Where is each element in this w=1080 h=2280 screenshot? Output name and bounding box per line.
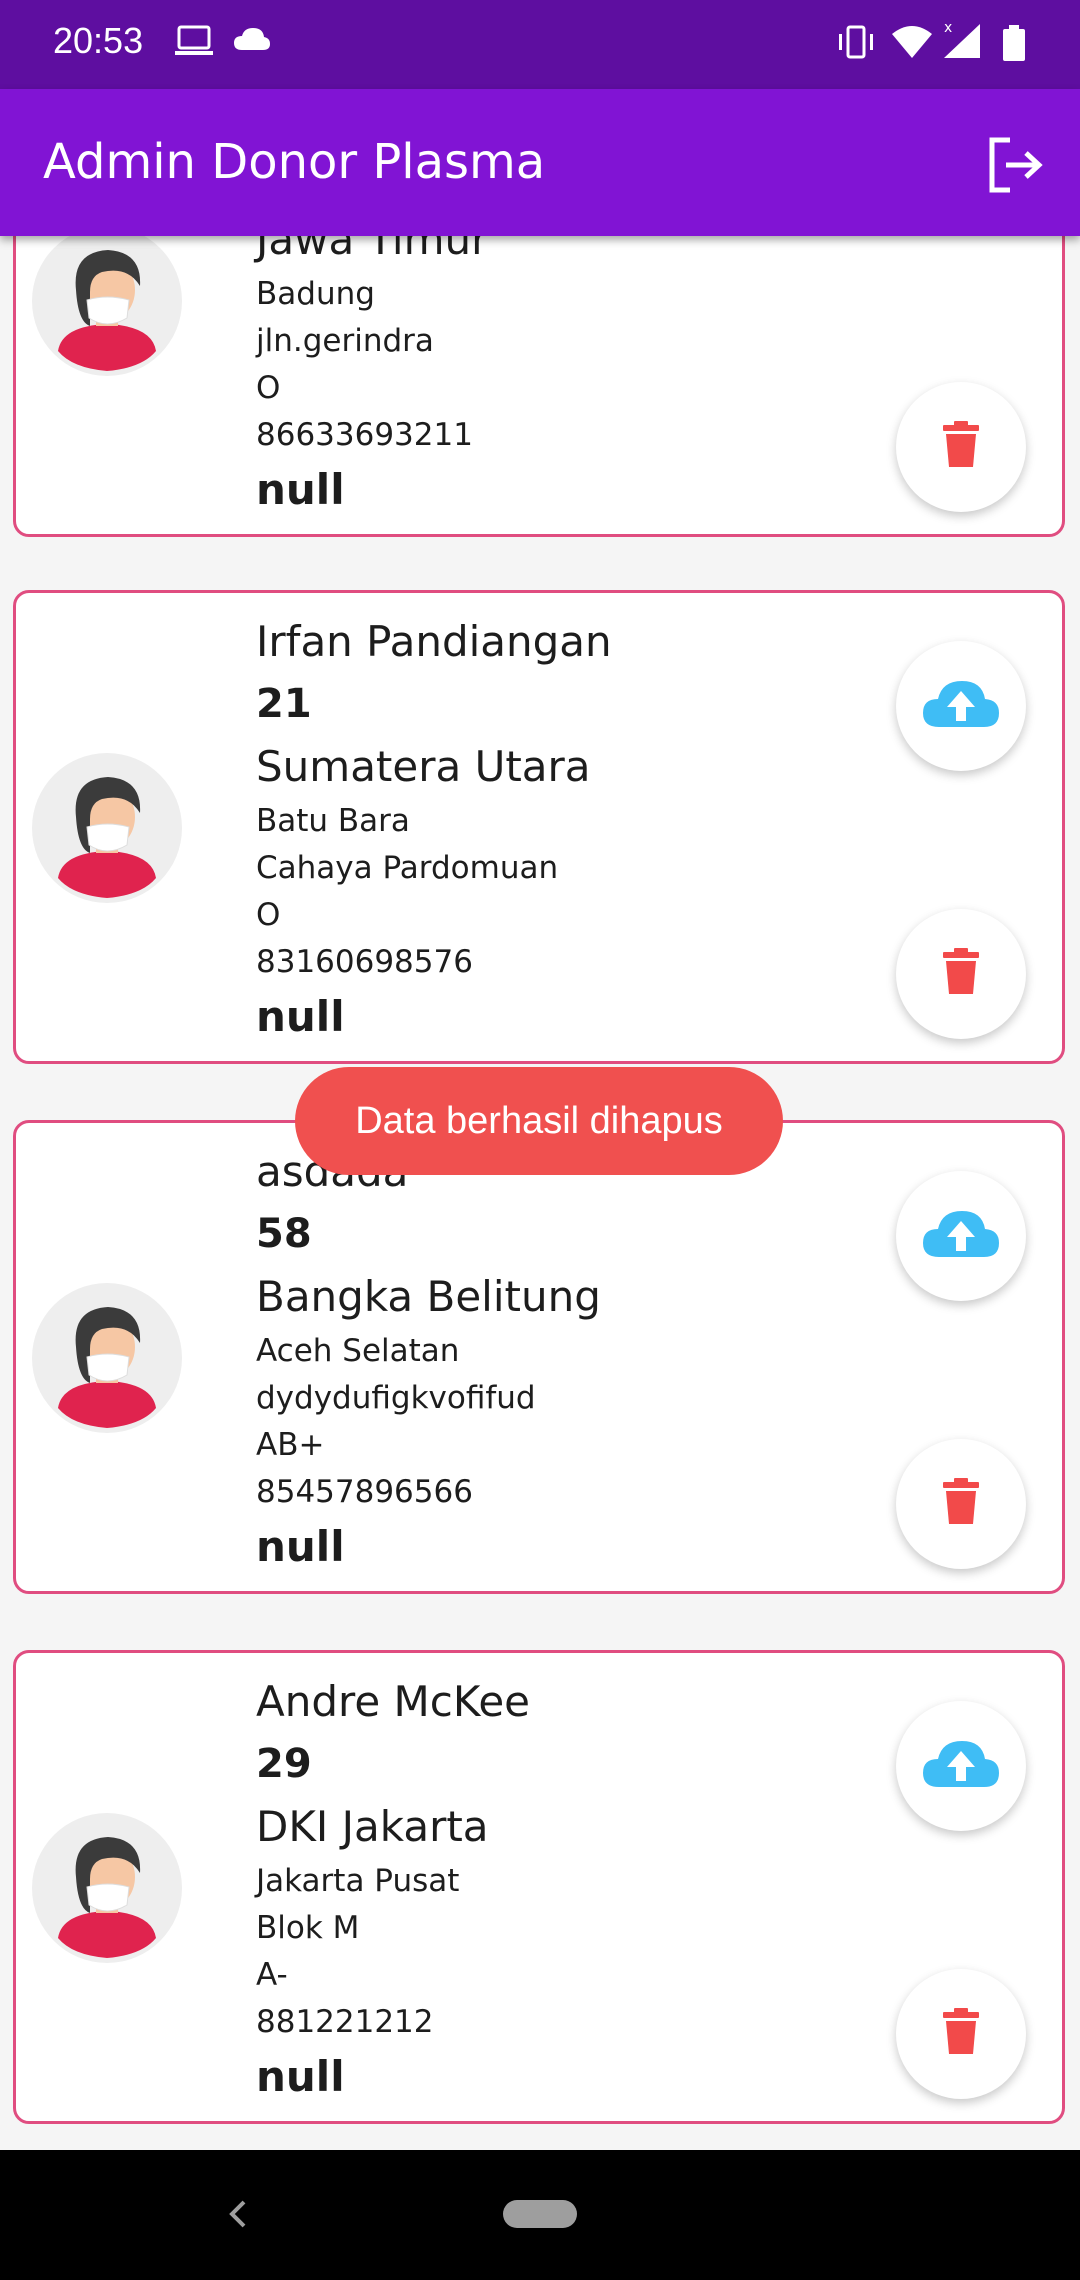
avatar	[32, 1813, 182, 1963]
donor-blood-type: A-	[256, 1957, 288, 1993]
upload-button[interactable]	[896, 1701, 1026, 1831]
battery-icon	[1000, 24, 1028, 66]
donor-list[interactable]: Jawa Timur Badung jln.gerindra O 8663369…	[0, 236, 1080, 2150]
donor-card: Andre McKee 29 DKI Jakarta Jakarta Pusat…	[13, 1650, 1065, 2124]
home-pill[interactable]	[503, 2200, 577, 2228]
avatar	[32, 753, 182, 903]
donor-card: Irfan Pandiangan 21 Sumatera Utara Batu …	[13, 590, 1065, 1064]
donor-status: null	[256, 2052, 345, 2101]
avatar	[32, 1283, 182, 1433]
cloud-upload-icon	[921, 1207, 1001, 1265]
upload-button[interactable]	[896, 641, 1026, 771]
donor-age: 58	[256, 1211, 312, 1257]
trash-icon	[941, 421, 981, 473]
donor-status: null	[256, 992, 345, 1041]
donor-phone: 85457896566	[256, 1474, 473, 1510]
trash-icon	[941, 2008, 981, 2060]
donor-province: Jawa Timur	[256, 236, 489, 264]
donor-age: 21	[256, 681, 312, 727]
status-time: 20:53	[53, 20, 144, 61]
cloud-upload-icon	[921, 677, 1001, 735]
signal-icon: x	[940, 18, 984, 64]
donor-city: Jakarta Pusat	[256, 1863, 460, 1899]
logout-icon	[984, 137, 1046, 200]
donor-status: null	[256, 465, 345, 514]
app-bar: Admin Donor Plasma	[0, 89, 1080, 236]
vibrate-icon	[836, 24, 876, 64]
donor-blood-type: AB+	[256, 1427, 325, 1463]
donor-phone: 86633693211	[256, 417, 473, 453]
upload-button[interactable]	[896, 1171, 1026, 1301]
delete-button[interactable]	[896, 909, 1026, 1039]
status-bar: 20:53 x	[0, 0, 1080, 89]
donor-card: asdada 58 Bangka Belitung Aceh Selatan d…	[13, 1120, 1065, 1594]
donor-phone: 83160698576	[256, 944, 473, 980]
donor-phone: 881221212	[256, 2004, 434, 2040]
cloud-icon	[232, 24, 272, 58]
donor-province: DKI Jakarta	[256, 1802, 489, 1851]
donor-address: dydydufigkvofifud	[256, 1380, 536, 1416]
navigation-bar	[0, 2150, 1080, 2280]
donor-city: Batu Bara	[256, 803, 410, 839]
donor-blood-type: O	[256, 370, 281, 406]
avatar	[32, 236, 182, 376]
page-title: Admin Donor Plasma	[43, 134, 546, 190]
laptop-icon	[174, 24, 214, 62]
cloud-upload-icon	[921, 1737, 1001, 1795]
donor-city: Badung	[256, 276, 375, 312]
trash-icon	[941, 948, 981, 1000]
wifi-icon	[890, 24, 934, 64]
donor-address: jln.gerindra	[256, 323, 434, 359]
svg-text:x: x	[944, 20, 952, 36]
donor-address: Blok M	[256, 1910, 360, 1946]
delete-button[interactable]	[896, 1969, 1026, 2099]
trash-icon	[941, 1478, 981, 1530]
donor-blood-type: O	[256, 897, 281, 933]
donor-status: null	[256, 1522, 345, 1571]
donor-province: Bangka Belitung	[256, 1272, 601, 1321]
donor-card: Jawa Timur Badung jln.gerindra O 8663369…	[13, 236, 1065, 537]
delete-button[interactable]	[896, 1439, 1026, 1569]
donor-name: Irfan Pandiangan	[256, 617, 612, 666]
donor-city: Aceh Selatan	[256, 1333, 460, 1369]
delete-button[interactable]	[896, 382, 1026, 512]
donor-age: 29	[256, 1741, 312, 1787]
donor-address: Cahaya Pardomuan	[256, 850, 559, 886]
logout-button[interactable]	[984, 134, 1046, 196]
donor-name: Andre McKee	[256, 1677, 531, 1726]
toast-message: Data berhasil dihapus	[295, 1067, 783, 1175]
donor-province: Sumatera Utara	[256, 742, 591, 791]
back-icon[interactable]	[226, 2196, 250, 2236]
